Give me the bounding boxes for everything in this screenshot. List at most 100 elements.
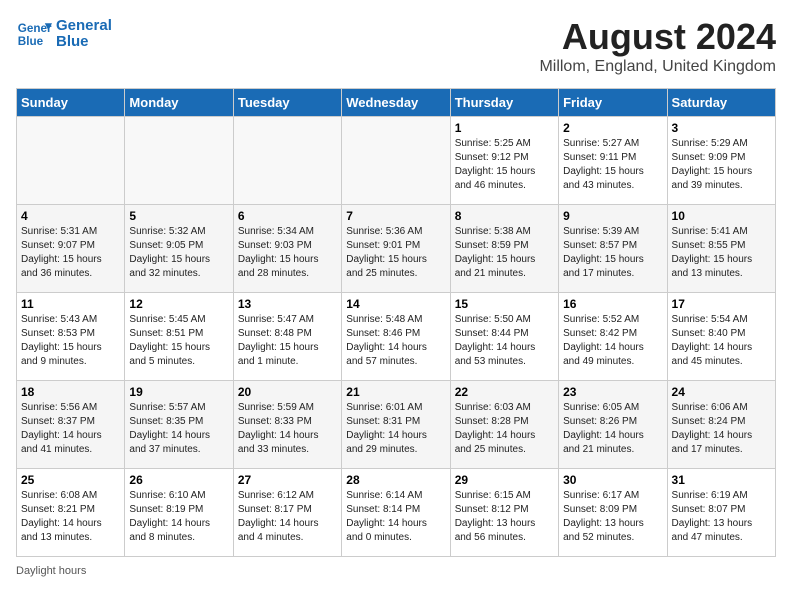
calendar-header-saturday: Saturday [667, 89, 775, 117]
svg-text:Blue: Blue [18, 35, 44, 48]
day-info: Sunrise: 5:50 AM Sunset: 8:44 PM Dayligh… [455, 313, 554, 369]
day-info: Sunrise: 5:29 AM Sunset: 9:09 PM Dayligh… [672, 137, 771, 193]
calendar-cell: 16 Sunrise: 5:52 AM Sunset: 8:42 PM Dayli… [559, 293, 667, 381]
day-info: Sunrise: 5:54 AM Sunset: 8:40 PM Dayligh… [672, 313, 771, 369]
calendar-week-4: 18 Sunrise: 5:56 AM Sunset: 8:37 PM Dayli… [17, 381, 776, 469]
day-info: Sunrise: 5:31 AM Sunset: 9:07 PM Dayligh… [21, 225, 120, 281]
calendar-cell: 24 Sunrise: 6:06 AM Sunset: 8:24 PM Dayli… [667, 381, 775, 469]
calendar-cell: 12 Sunrise: 5:45 AM Sunset: 8:51 PM Dayli… [125, 293, 233, 381]
day-number: 7 [346, 209, 445, 223]
calendar-cell: 3Sunrise: 5:29 AM Sunset: 9:09 PM Daylig… [667, 117, 775, 205]
day-number: 25 [21, 473, 120, 487]
day-number: 5 [129, 209, 228, 223]
day-number: 6 [238, 209, 337, 223]
day-number: 17 [672, 297, 771, 311]
day-info: Sunrise: 6:06 AM Sunset: 8:24 PM Dayligh… [672, 401, 771, 457]
day-info: Sunrise: 5:45 AM Sunset: 8:51 PM Dayligh… [129, 313, 228, 369]
calendar-cell: 22Sunrise: 6:03 AM Sunset: 8:28 PM Dayli… [450, 381, 558, 469]
day-info: Sunrise: 5:47 AM Sunset: 8:48 PM Dayligh… [238, 313, 337, 369]
calendar-cell: 21 Sunrise: 6:01 AM Sunset: 8:31 PM Dayli… [342, 381, 450, 469]
day-number: 28 [346, 473, 445, 487]
calendar-cell: 29Sunrise: 6:15 AM Sunset: 8:12 PM Dayli… [450, 469, 558, 557]
calendar-header-wednesday: Wednesday [342, 89, 450, 117]
calendar-cell: 5Sunrise: 5:32 AM Sunset: 9:05 PM Daylig… [125, 205, 233, 293]
day-info: Sunrise: 5:43 AM Sunset: 8:53 PM Dayligh… [21, 313, 120, 369]
day-info: Sunrise: 5:38 AM Sunset: 8:59 PM Dayligh… [455, 225, 554, 281]
calendar-header-friday: Friday [559, 89, 667, 117]
calendar-header-monday: Monday [125, 89, 233, 117]
day-number: 20 [238, 385, 337, 399]
day-info: Sunrise: 5:52 AM Sunset: 8:42 PM Dayligh… [563, 313, 662, 369]
day-number: 24 [672, 385, 771, 399]
calendar-week-3: 11 Sunrise: 5:43 AM Sunset: 8:53 PM Dayli… [17, 293, 776, 381]
day-number: 11 [21, 297, 120, 311]
day-number: 16 [563, 297, 662, 311]
calendar-cell: 18 Sunrise: 5:56 AM Sunset: 8:37 PM Dayli… [17, 381, 125, 469]
day-number: 10 [672, 209, 771, 223]
calendar-cell: 2 Sunrise: 5:27 AM Sunset: 9:11 PM Daylig… [559, 117, 667, 205]
calendar-cell: 1 Sunrise: 5:25 AM Sunset: 9:12 PM Daylig… [450, 117, 558, 205]
day-number: 2 [563, 121, 662, 135]
logo-icon: General Blue [16, 16, 52, 52]
location: Millom, England, United Kingdom [539, 58, 776, 76]
calendar-week-5: 25 Sunrise: 6:08 AM Sunset: 8:21 PM Dayli… [17, 469, 776, 557]
calendar-cell: 14Sunrise: 5:48 AM Sunset: 8:46 PM Dayli… [342, 293, 450, 381]
calendar-cell: 19Sunrise: 5:57 AM Sunset: 8:35 PM Dayli… [125, 381, 233, 469]
day-number: 21 [346, 385, 445, 399]
day-info: Sunrise: 6:08 AM Sunset: 8:21 PM Dayligh… [21, 489, 120, 545]
calendar-cell: 23 Sunrise: 6:05 AM Sunset: 8:26 PM Dayli… [559, 381, 667, 469]
day-number: 13 [238, 297, 337, 311]
calendar-cell [342, 117, 450, 205]
day-number: 9 [563, 209, 662, 223]
day-info: Sunrise: 6:03 AM Sunset: 8:28 PM Dayligh… [455, 401, 554, 457]
calendar-cell: 28 Sunrise: 6:14 AM Sunset: 8:14 PM Dayli… [342, 469, 450, 557]
day-info: Sunrise: 5:25 AM Sunset: 9:12 PM Dayligh… [455, 137, 554, 193]
day-number: 31 [672, 473, 771, 487]
day-info: Sunrise: 5:59 AM Sunset: 8:33 PM Dayligh… [238, 401, 337, 457]
day-info: Sunrise: 6:14 AM Sunset: 8:14 PM Dayligh… [346, 489, 445, 545]
day-number: 23 [563, 385, 662, 399]
calendar-header-sunday: Sunday [17, 89, 125, 117]
logo-text-line2: Blue [56, 34, 112, 51]
header: General Blue General Blue August 2024 Mi… [16, 16, 776, 76]
day-number: 18 [21, 385, 120, 399]
day-info: Sunrise: 5:27 AM Sunset: 9:11 PM Dayligh… [563, 137, 662, 193]
day-info: Sunrise: 6:17 AM Sunset: 8:09 PM Dayligh… [563, 489, 662, 545]
calendar-cell: 7 Sunrise: 5:36 AM Sunset: 9:01 PM Daylig… [342, 205, 450, 293]
calendar-cell: 25 Sunrise: 6:08 AM Sunset: 8:21 PM Dayli… [17, 469, 125, 557]
calendar-cell: 20 Sunrise: 5:59 AM Sunset: 8:33 PM Dayli… [233, 381, 341, 469]
logo-text-line1: General [56, 18, 112, 35]
day-number: 30 [563, 473, 662, 487]
calendar-cell: 17 Sunrise: 5:54 AM Sunset: 8:40 PM Dayli… [667, 293, 775, 381]
calendar-cell [125, 117, 233, 205]
calendar-cell: 8 Sunrise: 5:38 AM Sunset: 8:59 PM Daylig… [450, 205, 558, 293]
day-info: Sunrise: 6:01 AM Sunset: 8:31 PM Dayligh… [346, 401, 445, 457]
calendar-cell: 15Sunrise: 5:50 AM Sunset: 8:44 PM Dayli… [450, 293, 558, 381]
calendar-cell: 6Sunrise: 5:34 AM Sunset: 9:03 PM Daylig… [233, 205, 341, 293]
day-info: Sunrise: 6:15 AM Sunset: 8:12 PM Dayligh… [455, 489, 554, 545]
day-number: 26 [129, 473, 228, 487]
calendar: SundayMondayTuesdayWednesdayThursdayFrid… [16, 88, 776, 557]
calendar-week-2: 4Sunrise: 5:31 AM Sunset: 9:07 PM Daylig… [17, 205, 776, 293]
calendar-cell: 31 Sunrise: 6:19 AM Sunset: 8:07 PM Dayli… [667, 469, 775, 557]
day-info: Sunrise: 6:05 AM Sunset: 8:26 PM Dayligh… [563, 401, 662, 457]
day-info: Sunrise: 5:41 AM Sunset: 8:55 PM Dayligh… [672, 225, 771, 281]
calendar-cell: 4Sunrise: 5:31 AM Sunset: 9:07 PM Daylig… [17, 205, 125, 293]
calendar-cell: 27Sunrise: 6:12 AM Sunset: 8:17 PM Dayli… [233, 469, 341, 557]
day-number: 12 [129, 297, 228, 311]
day-info: Sunrise: 5:36 AM Sunset: 9:01 PM Dayligh… [346, 225, 445, 281]
day-info: Sunrise: 5:56 AM Sunset: 8:37 PM Dayligh… [21, 401, 120, 457]
month-title: August 2024 [539, 16, 776, 58]
day-info: Sunrise: 5:48 AM Sunset: 8:46 PM Dayligh… [346, 313, 445, 369]
calendar-cell [233, 117, 341, 205]
calendar-header-tuesday: Tuesday [233, 89, 341, 117]
footer-note: Daylight hours [16, 565, 776, 577]
calendar-header-row: SundayMondayTuesdayWednesdayThursdayFrid… [17, 89, 776, 117]
calendar-cell: 10 Sunrise: 5:41 AM Sunset: 8:55 PM Dayli… [667, 205, 775, 293]
day-number: 8 [455, 209, 554, 223]
day-info: Sunrise: 5:39 AM Sunset: 8:57 PM Dayligh… [563, 225, 662, 281]
day-number: 1 [455, 121, 554, 135]
logo: General Blue General Blue [16, 16, 112, 52]
day-info: Sunrise: 6:19 AM Sunset: 8:07 PM Dayligh… [672, 489, 771, 545]
day-number: 19 [129, 385, 228, 399]
